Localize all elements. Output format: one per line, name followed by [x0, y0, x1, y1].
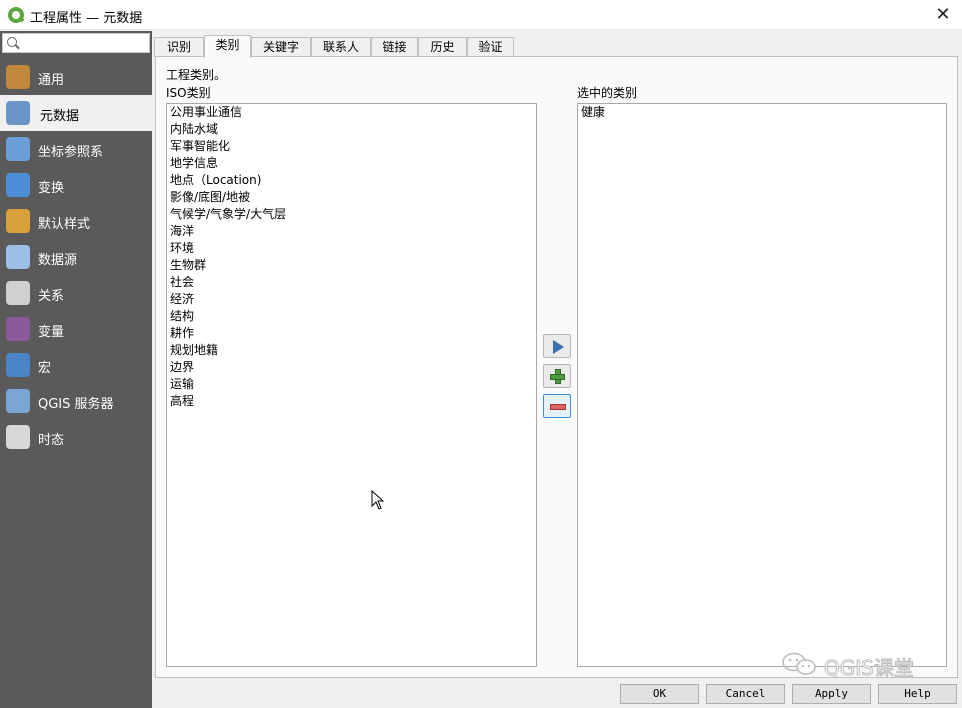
tab-0[interactable]: 识别 — [154, 37, 204, 57]
globe-crs-icon — [6, 137, 30, 161]
paint-brush-icon — [6, 209, 30, 233]
globe-transform-icon — [6, 173, 30, 197]
sidebar-item-label: 变换 — [38, 181, 65, 196]
tab-5[interactable]: 历史 — [418, 37, 467, 57]
list-item[interactable]: 生物群 — [167, 257, 536, 274]
list-item[interactable]: 环境 — [167, 240, 536, 257]
sidebar-item-3[interactable]: 变换 — [0, 167, 152, 203]
iso-categories-label: ISO类别 — [166, 86, 211, 100]
watermark-text: QGIS课堂 — [824, 656, 915, 681]
selected-categories-label: 选中的类别 — [577, 86, 638, 100]
sidebar-item-label: 数据源 — [38, 253, 78, 268]
list-item[interactable]: 地点（Location) — [167, 172, 536, 189]
minus-icon — [550, 404, 566, 410]
sidebar-item-8[interactable]: 宏 — [0, 347, 152, 383]
play-arrow-icon — [553, 340, 564, 354]
sidebar-item-label: 默认样式 — [38, 217, 91, 232]
iso-categories-list[interactable]: 公用事业通信 内陆水域 军事智能化 地学信息 地点（Location) 影像/底图/地被气… — [166, 103, 537, 667]
tab-4[interactable]: 链接 — [371, 37, 418, 57]
relation-tables-icon — [6, 281, 30, 305]
variable-epsilon-icon — [6, 317, 30, 341]
map-server-icon — [6, 389, 30, 413]
qgis-logo-icon — [8, 7, 24, 23]
ok-button[interactable]: OK — [620, 684, 699, 704]
categories-intro-label: 工程类别。 — [166, 68, 227, 82]
list-item[interactable]: 结构 — [167, 308, 536, 325]
clock-temporal-icon — [6, 425, 30, 449]
sidebar-item-label: 元数据 — [40, 109, 80, 124]
list-item[interactable]: 耕作 — [167, 325, 536, 342]
sidebar-item-5[interactable]: 数据源 — [0, 239, 152, 275]
list-item[interactable]: 海洋 — [167, 223, 536, 240]
sidebar-item-label: QGIS 服务器 — [38, 397, 114, 412]
add-selected-category-button[interactable] — [543, 334, 571, 358]
wrench-hammer-icon — [6, 65, 30, 89]
sidebar-item-1[interactable]: 元数据 — [0, 95, 152, 131]
new-category-button[interactable] — [543, 364, 571, 388]
search-icon — [7, 37, 17, 47]
wechat-icon — [782, 652, 816, 675]
remove-category-button[interactable] — [543, 394, 571, 418]
sidebar-item-label: 宏 — [38, 361, 52, 376]
list-item[interactable]: 运输 — [167, 376, 536, 393]
cancel-button[interactable]: Cancel — [706, 684, 785, 704]
tab-2[interactable]: 关键字 — [251, 37, 311, 57]
list-item[interactable]: 地学信息 — [167, 155, 536, 172]
list-item[interactable]: 影像/底图/地被 — [167, 189, 536, 206]
sidebar-search-input[interactable] — [2, 33, 150, 53]
sidebar-item-0[interactable]: 通用 — [0, 59, 152, 95]
list-item[interactable]: 边界 — [167, 359, 536, 376]
sidebar-item-label: 坐标参照系 — [38, 145, 104, 160]
tab-3[interactable]: 联系人 — [311, 37, 371, 57]
list-item[interactable]: 经济 — [167, 291, 536, 308]
sidebar-item-label: 时态 — [38, 433, 65, 448]
sidebar-nav: 通用元数据坐标参照系变换默认样式数据源关系变量宏 QGIS 服务器 时态 — [0, 59, 152, 455]
watermark: QGIS课堂 — [780, 650, 940, 681]
metadata-document-icon — [6, 101, 30, 125]
sidebar-item-7[interactable]: 变量 — [0, 311, 152, 347]
selected-categories-list[interactable]: 健康 — [577, 103, 947, 667]
mouse-cursor-icon — [371, 490, 385, 510]
sidebar-item-10[interactable]: 时态 — [0, 419, 152, 455]
table-datasource-icon — [6, 245, 30, 269]
close-button[interactable]: ✕ — [932, 4, 954, 26]
sidebar-item-6[interactable]: 关系 — [0, 275, 152, 311]
window-title: 工程属性 — 元数据 — [30, 11, 143, 26]
help-button[interactable]: Help — [878, 684, 957, 704]
list-item[interactable]: 内陆水域 — [167, 121, 536, 138]
sidebar-item-4[interactable]: 默认样式 — [0, 203, 152, 239]
gear-macro-icon — [6, 353, 30, 377]
sidebar-item-label: 变量 — [38, 325, 65, 340]
sidebar-item-label: 通用 — [38, 73, 65, 88]
sidebar-item-9[interactable]: QGIS 服务器 — [0, 383, 152, 419]
tab-1[interactable]: 类别 — [204, 35, 251, 58]
list-item[interactable]: 健康 — [578, 104, 946, 121]
sidebar-item-2[interactable]: 坐标参照系 — [0, 131, 152, 167]
title-bar: 工程属性 — 元数据 ✕ — [0, 0, 962, 30]
list-item[interactable]: 军事智能化 — [167, 138, 536, 155]
list-item[interactable]: 社会 — [167, 274, 536, 291]
list-item[interactable]: 高程 — [167, 393, 536, 410]
apply-button[interactable]: Apply — [792, 684, 871, 704]
list-item[interactable]: 气候学/气象学/大气层 — [167, 206, 536, 223]
sidebar: 通用元数据坐标参照系变换默认样式数据源关系变量宏 QGIS 服务器 时态 — [0, 31, 152, 708]
list-item[interactable]: 公用事业通信 — [167, 104, 536, 121]
list-item[interactable]: 规划地籍 — [167, 342, 536, 359]
tab-6[interactable]: 验证 — [467, 37, 514, 57]
sidebar-item-label: 关系 — [38, 289, 65, 304]
